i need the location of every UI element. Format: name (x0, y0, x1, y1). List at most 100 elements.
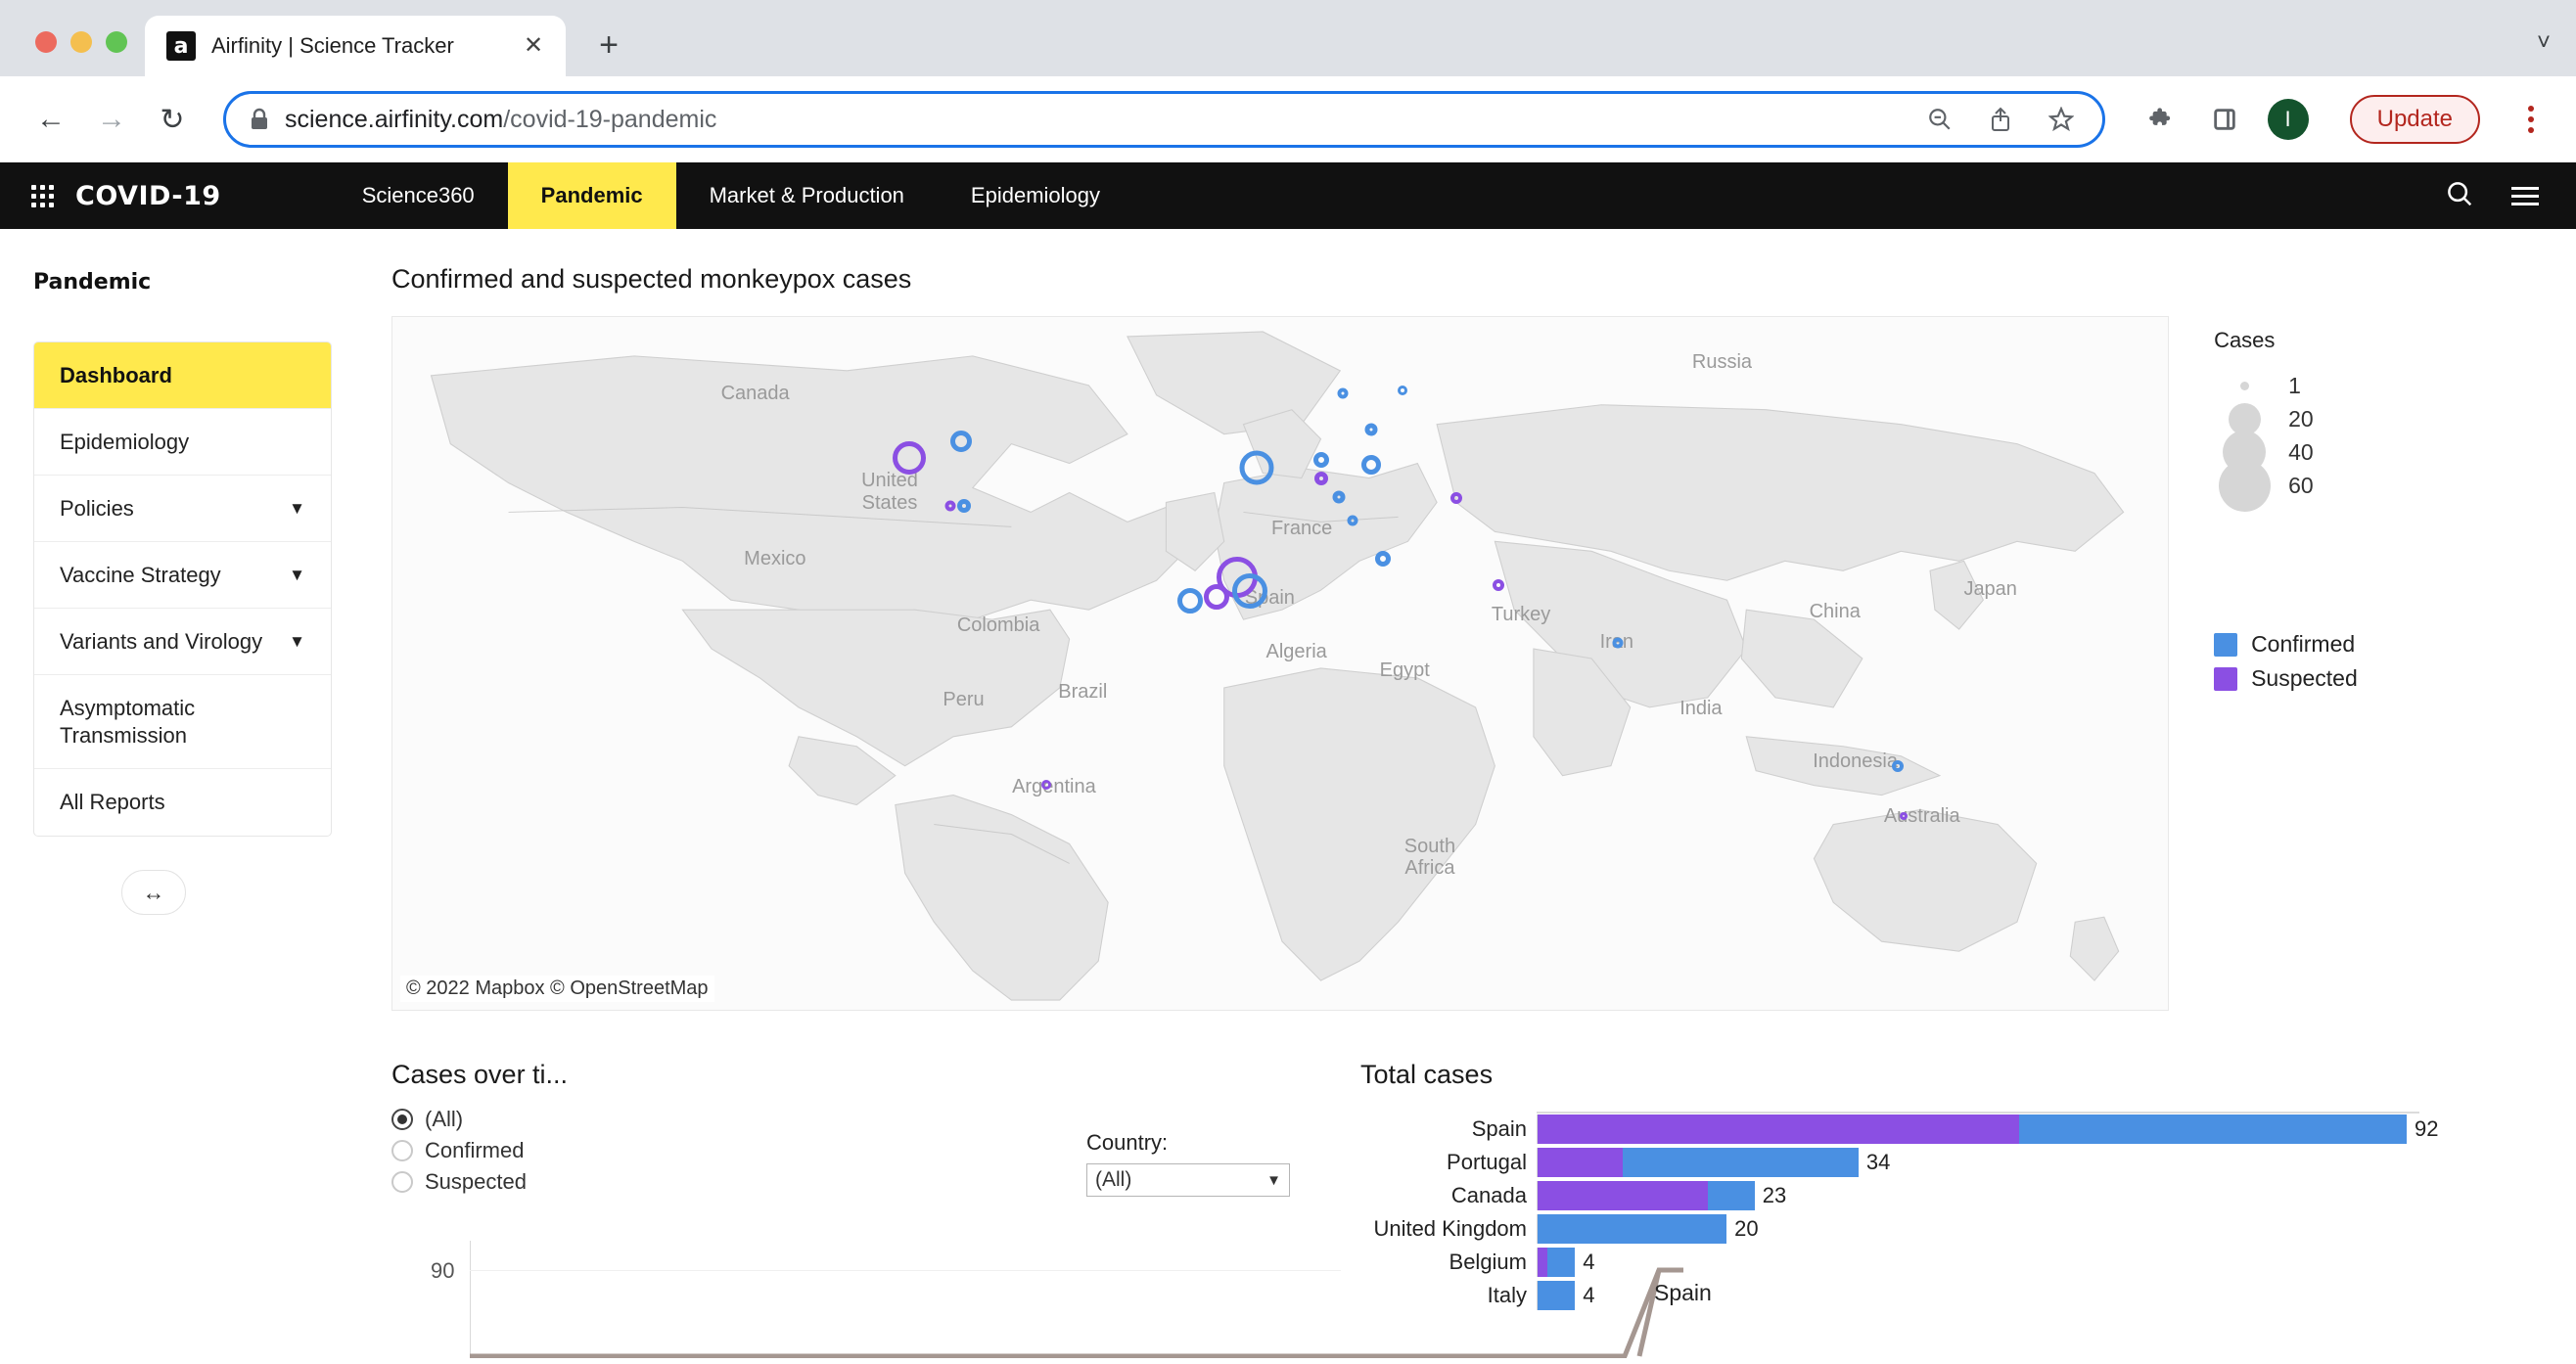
nav-item-epidemiology[interactable]: Epidemiology (938, 162, 1133, 229)
map-bubble-confirmed[interactable] (1360, 454, 1381, 475)
brand-title: COVID-19 (75, 180, 221, 211)
url-text: science.airfinity.com/covid-19-pandemic (285, 106, 716, 134)
map-bubble-confirmed[interactable] (1176, 588, 1203, 614)
sidebar-item-policies[interactable]: Policies ▼ (34, 476, 331, 542)
radio-icon[interactable] (391, 1140, 413, 1161)
bar-label: Canada (1450, 1183, 1527, 1207)
address-bar[interactable]: science.airfinity.com/covid-19-pandemic (223, 91, 2105, 148)
window-traffic-lights[interactable] (22, 31, 145, 76)
map-bubble-confirmed[interactable] (1239, 450, 1274, 485)
map-bubble-suspected[interactable] (1449, 491, 1462, 504)
chevron-down-icon[interactable]: ▼ (1266, 1172, 1281, 1189)
sidebar-item-epidemiology[interactable]: Epidemiology (34, 409, 331, 476)
apps-grid-icon[interactable] (31, 184, 54, 207)
search-icon[interactable] (2445, 179, 2474, 213)
map-bubble-confirmed[interactable] (1375, 551, 1392, 568)
bar-track: 34 (1537, 1148, 2576, 1177)
table-row[interactable]: Spain 92 (1360, 1114, 2576, 1145)
plus-icon[interactable]: + (583, 20, 634, 70)
bookmark-star-icon[interactable] (2042, 100, 2081, 139)
country-filter-label: Country: (1086, 1130, 1169, 1155)
cases-over-time-chart[interactable]: 90 Spain (391, 1241, 1712, 1358)
omnibox-actions (1920, 100, 2087, 139)
map-bubble-suspected[interactable] (1040, 779, 1051, 790)
nav-item-science360[interactable]: Science360 (329, 162, 508, 229)
legend-label-confirmed: Confirmed (2251, 631, 2356, 657)
nav-item-market-production[interactable]: Market & Production (676, 162, 938, 229)
bar-segment-suspected (1538, 1248, 1547, 1277)
resize-horizontal-icon[interactable]: ↔ (121, 870, 186, 915)
side-panel-icon[interactable] (2205, 100, 2244, 139)
browser-tab[interactable]: a Airfinity | Science Tracker ✕ (145, 16, 566, 76)
map-bubble-suspected[interactable] (892, 440, 926, 475)
legend-bubble-icon (2214, 381, 2275, 390)
sidebar-item-variants-and-virology[interactable]: Variants and Virology ▼ (34, 609, 331, 675)
map-bubble-confirmed[interactable] (1332, 490, 1346, 504)
radio-icon[interactable] (391, 1109, 413, 1130)
map-bubble-suspected[interactable] (944, 500, 956, 512)
map-bubble-confirmed[interactable] (1612, 637, 1624, 649)
table-row[interactable]: United Kingdom 20 (1360, 1213, 2576, 1245)
hamburger-menu-icon[interactable] (2511, 186, 2539, 205)
table-row[interactable]: Italy 4 (1360, 1280, 2576, 1311)
map-bubble-confirmed[interactable] (1398, 386, 1408, 396)
map-bubble-confirmed[interactable] (949, 430, 972, 452)
back-arrow-icon[interactable]: ← (23, 92, 78, 147)
legend-size-label: 60 (2288, 472, 2314, 498)
forward-arrow-icon[interactable]: → (84, 92, 139, 147)
sidebar-title: Pandemic (33, 270, 152, 295)
map-bubble-suspected[interactable] (1203, 584, 1229, 611)
map-case-bubbles[interactable] (392, 317, 2168, 1010)
map-bubble-confirmed[interactable] (1364, 423, 1378, 436)
table-row[interactable]: Belgium 4 (1360, 1247, 2576, 1278)
sidebar-item-vaccine-strategy[interactable]: Vaccine Strategy ▼ (34, 542, 331, 609)
sidebar-item-dashboard[interactable]: Dashboard (34, 342, 331, 409)
minimize-window-button[interactable] (70, 31, 92, 53)
bar-value: 4 (1583, 1283, 1595, 1307)
map-bubble-confirmed[interactable] (957, 498, 972, 513)
bar-value: 20 (1734, 1216, 1759, 1241)
legend-item-confirmed[interactable]: Confirmed (2214, 631, 2576, 658)
map-bubble-suspected[interactable] (1899, 812, 1908, 821)
bar-segment-confirmed (1538, 1214, 1727, 1244)
map-bubble-confirmed[interactable] (1232, 572, 1268, 609)
radio-icon[interactable] (391, 1171, 413, 1193)
url-host: science.airfinity.com (285, 105, 504, 133)
total-cases-title: Total cases (1360, 1060, 1494, 1089)
country-select[interactable]: (All) ▼ (1086, 1163, 1290, 1197)
table-row[interactable]: Portugal 34 (1360, 1147, 2576, 1178)
tabstrip-menu[interactable]: ˅ (2537, 29, 2576, 76)
chevron-down-icon[interactable]: ▼ (289, 632, 305, 652)
sidebar-item-asymptomatic-transmission[interactable]: Asymptomatic Transmission (34, 675, 331, 769)
map-bubble-confirmed[interactable] (1892, 760, 1905, 773)
total-cases-bar-chart[interactable]: Spain 92 Portugal 34 Canada 23 United Ki… (1360, 1112, 2576, 1311)
bar-value: 23 (1762, 1183, 1787, 1207)
map-bubble-confirmed[interactable] (1337, 387, 1349, 399)
bar-segment-confirmed (1623, 1148, 1859, 1177)
maximize-window-button[interactable] (106, 31, 127, 53)
chevron-down-icon[interactable]: ▼ (289, 566, 305, 585)
sidebar-item-all-reports[interactable]: All Reports (34, 769, 331, 836)
puzzle-extension-icon[interactable] (2142, 100, 2182, 139)
zoom-out-icon[interactable] (1920, 100, 1959, 139)
legend-item-suspected[interactable]: Suspected (2214, 665, 2576, 692)
kebab-menu-icon[interactable] (2509, 106, 2553, 133)
world-map[interactable]: Canada United States Mexico Colombia Per… (391, 316, 2170, 1011)
map-bubble-confirmed[interactable] (1312, 451, 1329, 468)
table-row[interactable]: Canada 23 (1360, 1180, 2576, 1211)
map-bubble-suspected[interactable] (1493, 578, 1505, 591)
close-window-button[interactable] (35, 31, 57, 53)
map-bubble-confirmed[interactable] (1347, 515, 1358, 526)
share-icon[interactable] (1981, 100, 2020, 139)
update-button[interactable]: Update (2349, 95, 2480, 144)
nav-item-pandemic[interactable]: Pandemic (507, 162, 676, 229)
chevron-down-icon[interactable]: ˅ (2537, 29, 2551, 57)
avatar[interactable]: I (2267, 99, 2309, 140)
browser-extension-area: I Update (2129, 95, 2553, 144)
chevron-down-icon[interactable]: ▼ (289, 499, 305, 519)
sidebar-menu: Dashboard Epidemiology Policies ▼ Vaccin… (33, 341, 332, 837)
reload-icon[interactable]: ↻ (145, 92, 200, 147)
cases-over-time-title: Cases over ti... (391, 1060, 569, 1089)
map-bubble-suspected[interactable] (1313, 471, 1328, 485)
close-icon[interactable]: ✕ (519, 31, 548, 61)
